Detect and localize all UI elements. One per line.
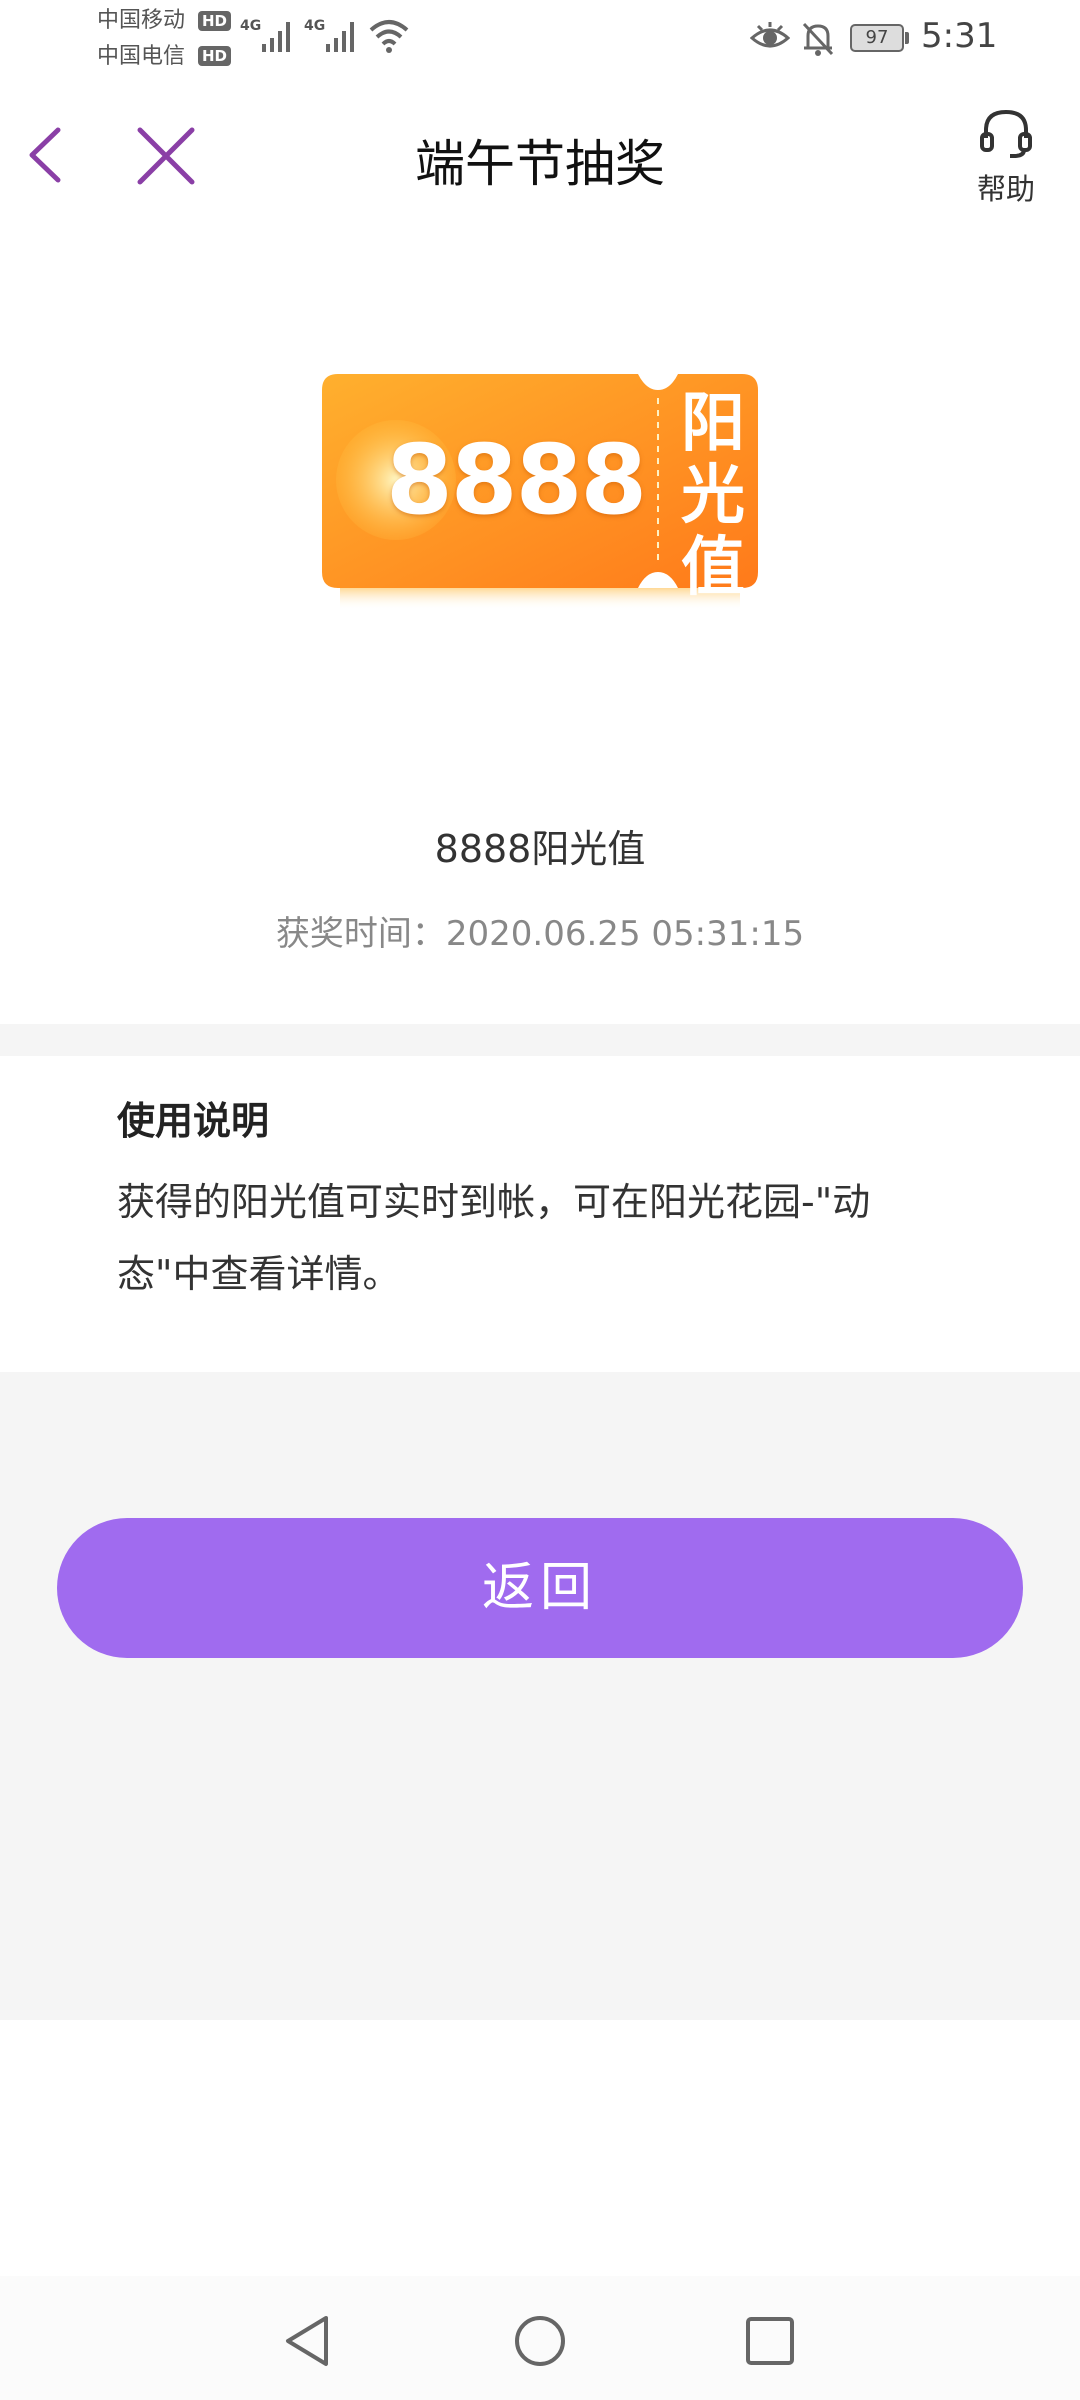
prize-ticket-image: 8888 阳光值 (318, 362, 762, 624)
page-title: 端午节抽奖 (415, 135, 665, 193)
nav-back-icon[interactable] (274, 2306, 344, 2376)
ticket-unit: 阳光值 (681, 387, 745, 605)
usage-description: 获得的阳光值可实时到帐，可在阳光花园-"动态"中查看详情。 (117, 1180, 871, 1296)
help-button[interactable]: 帮助 (966, 108, 1046, 208)
headset-icon (980, 109, 1032, 158)
nav-home-icon[interactable] (505, 2306, 575, 2376)
bell-muted-icon (802, 22, 834, 56)
action-area: 返回 (0, 1372, 1080, 2020)
status-clock: 5:31 (921, 16, 998, 56)
network-type-1: 4G (240, 18, 262, 34)
system-navigation-bar (0, 2276, 1080, 2400)
hd-badge-2: HD (198, 46, 232, 66)
eye-comfort-icon (750, 22, 790, 48)
usage-title: 使用说明 (117, 1099, 270, 1143)
hd-badge-1: HD (198, 11, 232, 31)
ticket-amount: 8888 (386, 424, 647, 536)
signal-strength-icon (262, 22, 290, 52)
return-button[interactable]: 返回 (57, 1518, 1023, 1658)
prize-name: 8888阳光值 (434, 827, 646, 871)
usage-section: 使用说明 获得的阳光值可实时到帐，可在阳光花园-"动态"中查看详情。 (0, 1056, 1080, 1372)
help-label: 帮助 (976, 172, 1035, 206)
battery-indicator: 97 (850, 24, 904, 52)
header-bar: 端午节抽奖 帮助 (0, 80, 1080, 230)
signal-strength-icon (326, 22, 354, 52)
carrier-2-label: 中国电信 (97, 44, 186, 69)
wifi-icon (369, 20, 409, 53)
status-bar: 中国移动 中国电信 HD HD 4G 4G 97 5:31 (0, 0, 1080, 80)
network-type-2: 4G (304, 18, 326, 34)
prize-time: 获奖时间：2020.06.25 05:31:15 (275, 914, 805, 954)
section-divider (0, 1024, 1080, 1056)
nav-recents-icon[interactable] (735, 2306, 805, 2376)
battery-tip (905, 32, 909, 44)
carrier-1-label: 中国移动 (97, 8, 186, 33)
